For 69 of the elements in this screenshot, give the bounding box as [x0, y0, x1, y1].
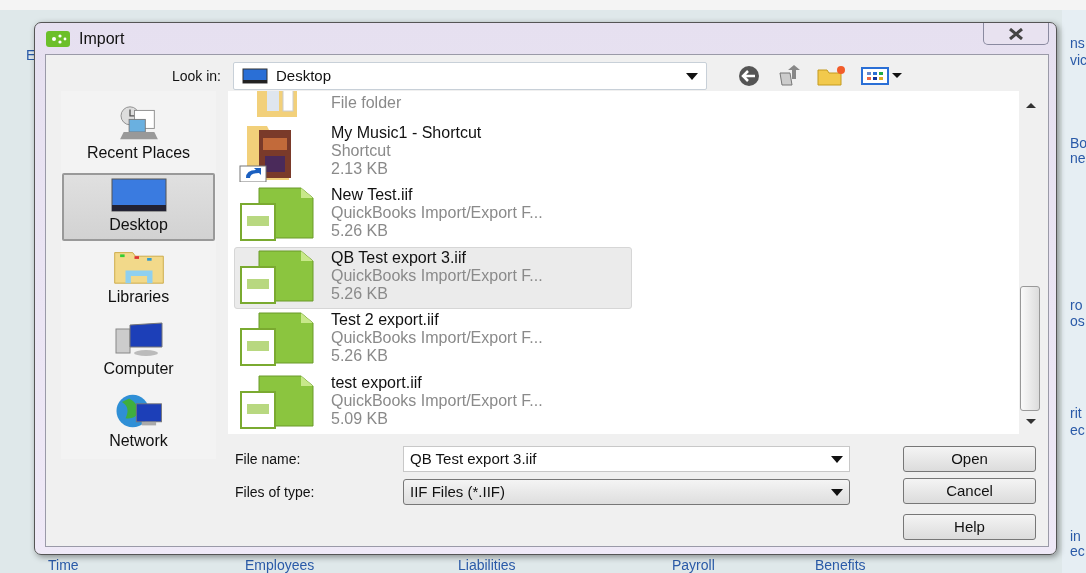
background-label: Liabilities [458, 558, 516, 573]
look-in-label: Look in: [170, 66, 222, 86]
dialog-button[interactable]: Cancel [903, 478, 1036, 504]
file-type: Shortcut [331, 141, 392, 160]
background-label: Payroll [672, 558, 715, 573]
background-label: Employees [245, 558, 315, 573]
file-name: My Music1 - Shortcut [331, 123, 482, 142]
scroll-up-icon[interactable] [1024, 101, 1037, 109]
background-label: os [1070, 314, 1085, 329]
file-type: QuickBooks Import/Export F... [331, 266, 543, 285]
file-size: 5.26 KB [331, 284, 389, 303]
dialog-button[interactable]: Open [903, 446, 1036, 472]
caret-icon [831, 455, 843, 463]
background-label: Time [48, 558, 79, 573]
place-item[interactable]: Network [62, 389, 215, 457]
file-size: 5.26 KB [331, 347, 389, 365]
file-item[interactable]: File folder [234, 91, 632, 122]
background-label: in [1070, 529, 1081, 544]
iif-file-icon [237, 186, 317, 244]
app-icon [45, 29, 71, 48]
background-label: Benefits [815, 558, 866, 573]
place-item[interactable]: Recent Places [62, 101, 215, 169]
file-size: 5.26 KB [331, 222, 389, 240]
file-type: QuickBooks Import/Export F... [331, 391, 543, 410]
file-name-label: File name: [234, 449, 302, 469]
file-item[interactable]: New Test.iif QuickBooks Import/Export F... 5.26 KB [234, 184, 632, 247]
caret-icon [831, 488, 843, 496]
background-label: ns [1070, 36, 1085, 51]
file-name: test export.iif [331, 373, 423, 392]
new-folder-icon[interactable] [817, 65, 847, 87]
scrollbar-thumb[interactable] [1020, 286, 1040, 411]
file-size: 2.13 KB [331, 159, 389, 178]
file-size: 5.09 KB [331, 409, 389, 428]
file-type: QuickBooks Import/Export F... [331, 204, 543, 222]
close-button[interactable] [983, 23, 1049, 45]
iif-file-icon [237, 311, 317, 369]
file-type-dropdown[interactable]: IIF Files (*.IIF) [403, 479, 850, 505]
file-item[interactable]: My Music1 - Shortcut Shortcut 2.13 KB [234, 121, 632, 184]
place-item[interactable]: Computer [62, 317, 215, 385]
background-label: E [26, 48, 36, 63]
file-type: File folder [331, 94, 402, 112]
file-type: QuickBooks Import/Export F... [331, 329, 543, 347]
iif-file-icon [237, 248, 317, 307]
file-type-label: Files of type: [234, 482, 316, 502]
background-label: ec [1070, 544, 1085, 559]
view-menu-icon[interactable] [861, 66, 905, 86]
place-item[interactable]: Libraries [62, 245, 215, 313]
file-name: QB Test export 3.iif [331, 248, 467, 267]
background-label: ro [1070, 298, 1083, 313]
place-item[interactable]: Desktop [62, 173, 215, 241]
window-title: Import [79, 28, 125, 49]
file-item[interactable]: Test 2 export.iif QuickBooks Import/Export F... 5.26 KB [234, 309, 632, 372]
look-in-dropdown[interactable]: Desktop [233, 62, 707, 90]
file-name: Test 2 export.iif [331, 311, 440, 329]
dialog-button[interactable]: Help [903, 514, 1036, 540]
desktop-icon [109, 177, 168, 213]
desktop-icon [242, 68, 268, 84]
background-label: vic [1070, 53, 1086, 68]
background-label: ne [1070, 151, 1086, 166]
file-name-field[interactable]: QB Test export 3.iif [403, 446, 850, 472]
file-item[interactable]: test export.iif QuickBooks Import/Export F... 5.09 KB [234, 371, 632, 434]
file-item[interactable]: QB Test export 3.iif QuickBooks Import/Export F... 5.26 KB [234, 246, 632, 309]
background-label: Bo [1070, 136, 1086, 151]
background-label: rit [1070, 406, 1082, 421]
caret-icon [686, 72, 698, 80]
background-label: ec [1070, 423, 1085, 438]
close-icon [1008, 27, 1024, 40]
scroll-down-icon[interactable] [1024, 418, 1037, 426]
file-name: New Test.iif [331, 186, 414, 204]
